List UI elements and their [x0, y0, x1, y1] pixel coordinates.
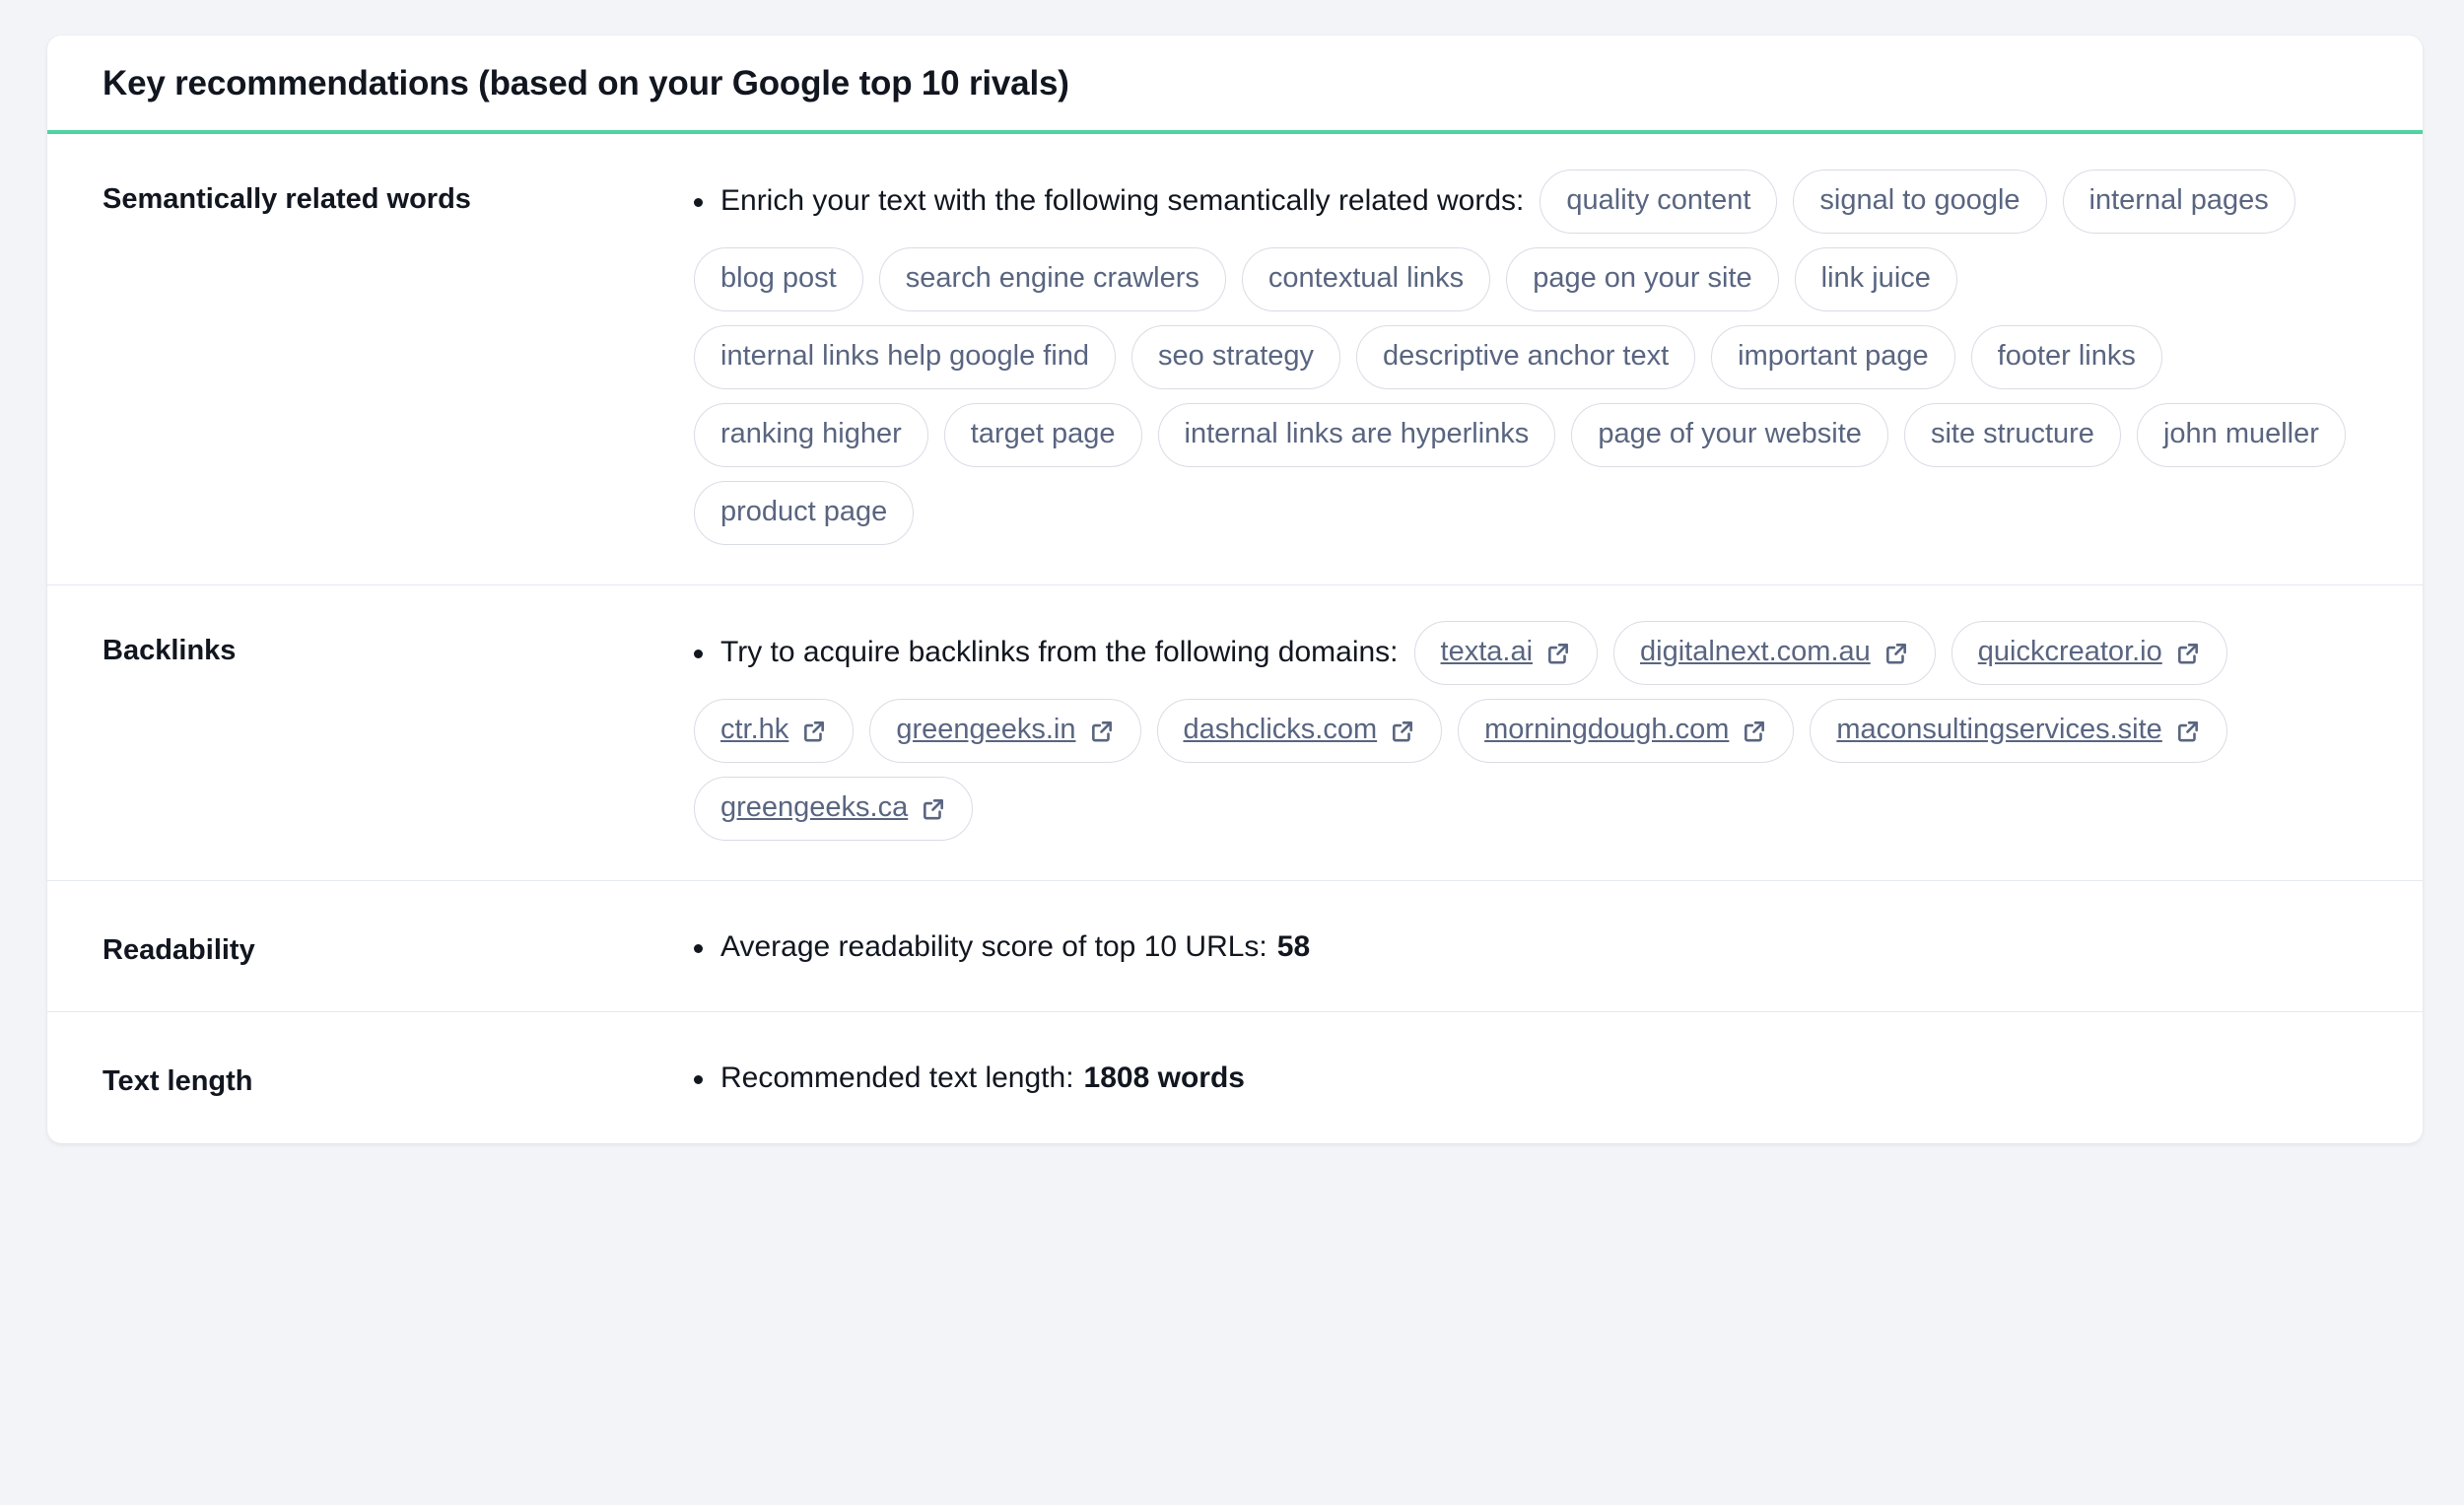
backlinks-recommendation-list: Try to acquire backlinks from the follow…	[694, 621, 2383, 841]
bullet-dot-icon	[694, 1074, 703, 1084]
semantic-tag-label: signal to google	[1819, 184, 2020, 216]
external-link-icon	[921, 796, 946, 822]
backlink-domain-label: texta.ai	[1440, 636, 1534, 667]
section-label-readability: Readability	[103, 934, 255, 966]
semantic-tag[interactable]: footer links	[1970, 325, 2162, 389]
semantic-tag[interactable]: internal links help google find	[694, 325, 1117, 389]
semantic-tag[interactable]: internal pages	[2062, 170, 2295, 234]
page-root: Key recommendations (based on your Googl…	[0, 0, 2464, 1505]
semantic-tag-label: product page	[720, 496, 888, 527]
readability-line: Average readability score of top 10 URLs…	[694, 921, 2383, 964]
semantic-tag[interactable]: target page	[943, 403, 1142, 467]
external-link-icon	[1883, 641, 1909, 666]
key-recommendations-card: Key recommendations (based on your Googl…	[47, 35, 2423, 1143]
semantic-tag-label: link juice	[1820, 262, 1931, 294]
section-body-semantic: Enrich your text with the following sema…	[694, 170, 2383, 545]
text-length-line: Recommended text length: 1808 words	[694, 1052, 2383, 1095]
backlink-domain-label: quickcreator.io	[1977, 636, 2162, 667]
card-header: Key recommendations (based on your Googl…	[47, 35, 2423, 134]
semantic-tag[interactable]: link juice	[1794, 247, 1957, 311]
semantic-tag[interactable]: seo strategy	[1131, 325, 1341, 389]
external-link-icon	[1390, 718, 1415, 744]
backlink-domain-chip[interactable]: greengeeks.ca	[694, 777, 974, 841]
section-label-text-length: Text length	[103, 1065, 253, 1098]
backlink-domain-chip[interactable]: maconsultingservices.site	[1810, 699, 2227, 763]
semantic-tag[interactable]: blog post	[694, 247, 863, 311]
semantic-tag[interactable]: page on your site	[1506, 247, 1779, 311]
semantic-recommendation-list: Enrich your text with the following sema…	[694, 170, 2383, 545]
section-label-semantic: Semantically related words	[103, 183, 471, 215]
semantic-tag-label: contextual links	[1267, 262, 1465, 294]
backlink-domain-label: digitalnext.com.au	[1640, 636, 1871, 667]
backlink-domain-label: maconsultingservices.site	[1836, 714, 2162, 745]
section-readability: Readability Average readability score of…	[47, 881, 2423, 1013]
semantic-tag-label: footer links	[1997, 340, 2136, 372]
backlink-domain-chip[interactable]: greengeeks.in	[869, 699, 1141, 763]
semantic-tag[interactable]: john mueller	[2136, 403, 2346, 467]
backlink-domain-chip[interactable]: morningdough.com	[1458, 699, 1795, 763]
backlink-domain-chip[interactable]: quickcreator.io	[1951, 621, 2227, 685]
readability-text: Average readability score of top 10 URLs…	[720, 930, 1267, 963]
semantic-tag[interactable]: quality content	[1540, 170, 1778, 234]
semantic-tag-label: important page	[1738, 340, 1929, 372]
semantic-tag-label: internal pages	[2088, 184, 2269, 216]
section-semantically-related-words: Semantically related words Enrich your t…	[47, 134, 2423, 585]
bullet-dot-icon	[694, 650, 703, 658]
section-body-text-length: Recommended text length: 1808 words	[694, 1052, 2383, 1095]
semantic-tag-label: quality content	[1566, 184, 1751, 216]
semantic-tag[interactable]: ranking higher	[694, 403, 928, 467]
backlink-domain-label: greengeeks.in	[896, 714, 1076, 745]
semantic-tag-label: page of your website	[1598, 418, 1862, 449]
semantic-tag[interactable]: product page	[694, 481, 915, 545]
bullet-dot-icon	[694, 943, 703, 953]
semantic-tag-label: descriptive anchor text	[1383, 340, 1670, 372]
semantic-tag-label: blog post	[720, 262, 837, 294]
external-link-icon	[1742, 718, 1767, 744]
semantic-tag[interactable]: page of your website	[1571, 403, 1888, 467]
semantic-tag[interactable]: search engine crawlers	[878, 247, 1226, 311]
semantic-tag-label: search engine crawlers	[905, 262, 1199, 294]
semantic-tag[interactable]: important page	[1711, 325, 1955, 389]
backlink-domain-label: morningdough.com	[1484, 714, 1730, 745]
semantic-tag[interactable]: contextual links	[1241, 247, 1491, 311]
semantic-tag-label: john mueller	[2162, 418, 2319, 449]
semantic-intro-label: Enrich your text with the following sema…	[720, 184, 1525, 218]
backlinks-intro-text: Try to acquire backlinks from the follow…	[694, 633, 1399, 673]
section-label-backlinks: Backlinks	[103, 635, 237, 666]
backlink-domain-chip[interactable]: ctr.hk	[694, 699, 855, 763]
backlink-domain-chip[interactable]: digitalnext.com.au	[1613, 621, 1936, 685]
external-link-icon	[801, 718, 827, 744]
semantic-tag-label: internal links are hyperlinks	[1184, 418, 1530, 449]
semantic-intro-text: Enrich your text with the following sema…	[694, 181, 1524, 222]
backlinks-intro-label: Try to acquire backlinks from the follow…	[720, 636, 1399, 669]
backlink-domain-label: greengeeks.ca	[720, 791, 909, 823]
semantic-tag[interactable]: signal to google	[1793, 170, 2047, 234]
external-link-icon	[2175, 718, 2201, 744]
bullet-dot-icon	[694, 198, 703, 207]
external-link-icon	[2175, 641, 2201, 666]
semantic-tag-label: seo strategy	[1158, 340, 1315, 372]
semantic-tag[interactable]: site structure	[1903, 403, 2121, 467]
page-title: Key recommendations (based on your Googl…	[103, 64, 1069, 103]
backlink-domain-chip[interactable]: dashclicks.com	[1156, 699, 1443, 763]
section-body-readability: Average readability score of top 10 URLs…	[694, 921, 2383, 964]
section-body-backlinks: Try to acquire backlinks from the follow…	[694, 621, 2383, 841]
text-length-value: 1808 words	[1083, 1061, 1245, 1095]
semantic-tag[interactable]: descriptive anchor text	[1356, 325, 1696, 389]
semantic-tag-label: internal links help google find	[720, 340, 1090, 372]
section-backlinks: Backlinks Try to acquire backlinks from …	[47, 585, 2423, 881]
section-text-length: Text length Recommended text length: 180…	[47, 1012, 2423, 1142]
semantic-tag-label: ranking higher	[720, 418, 902, 449]
backlink-domain-label: ctr.hk	[720, 714, 789, 745]
external-link-icon	[1545, 641, 1571, 666]
semantic-tag-label: page on your site	[1533, 262, 1752, 294]
semantic-tag-label: site structure	[1930, 418, 2094, 449]
backlink-domain-chip[interactable]: texta.ai	[1413, 621, 1599, 685]
backlink-domain-label: dashclicks.com	[1183, 714, 1378, 745]
text-length-text: Recommended text length:	[720, 1061, 1074, 1095]
external-link-icon	[1089, 718, 1115, 744]
semantic-tag[interactable]: internal links are hyperlinks	[1157, 403, 1556, 467]
readability-value: 58	[1276, 930, 1311, 963]
semantic-tag-label: target page	[970, 418, 1116, 449]
